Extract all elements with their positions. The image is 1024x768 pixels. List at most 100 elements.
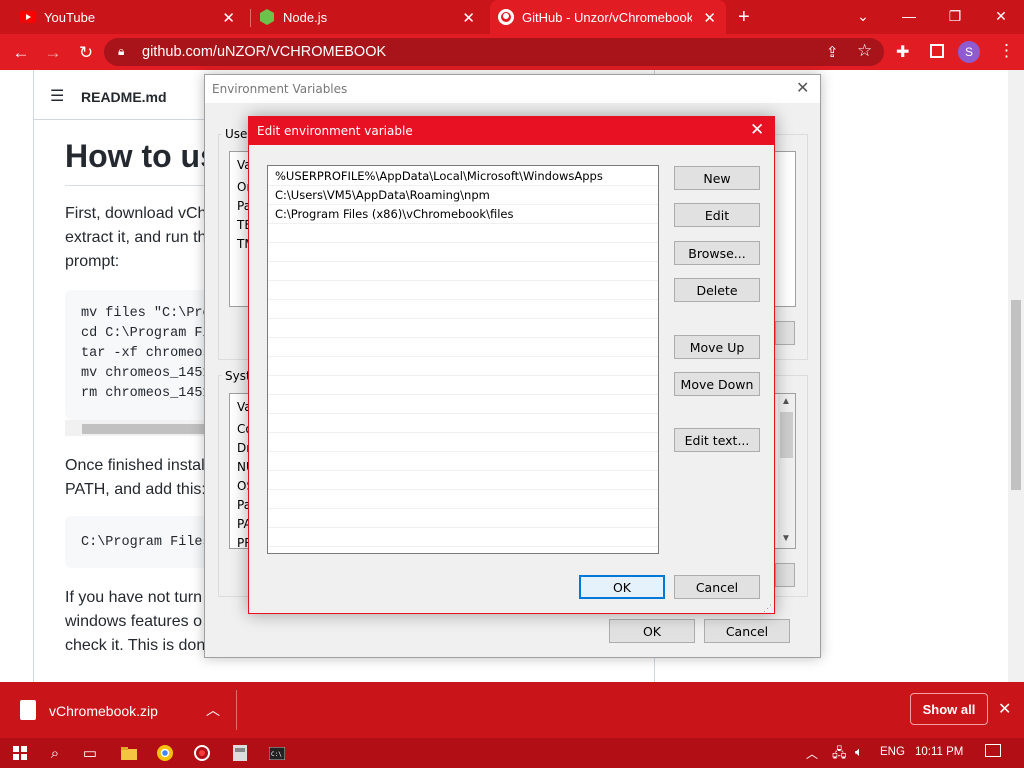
empty-row[interactable]	[268, 224, 658, 243]
restore-button[interactable]: ❐	[932, 0, 978, 32]
chevron-up-icon[interactable]: ︿	[206, 700, 220, 720]
code-line: cd C:\Program Fil	[81, 326, 219, 341]
extensions-icon[interactable]: ✚	[896, 42, 909, 62]
notification-icon[interactable]	[985, 744, 1001, 757]
lock-icon[interactable]: 🔒︎	[118, 44, 124, 59]
empty-row[interactable]	[268, 433, 658, 452]
edit-button[interactable]: Edit	[674, 203, 760, 227]
path-entry[interactable]: C:\Program Files (x86)\vChromebook\files	[268, 205, 658, 224]
zip-file-icon	[20, 700, 36, 720]
empty-row[interactable]	[268, 338, 658, 357]
page-scrollbar-thumb[interactable]	[1011, 300, 1021, 490]
empty-row[interactable]	[268, 414, 658, 433]
record-app-icon[interactable]	[190, 741, 214, 765]
forward-button[interactable]: →	[42, 42, 64, 64]
ok-button[interactable]: OK	[579, 575, 665, 599]
clock[interactable]: 10:11 PM	[915, 746, 963, 758]
menu-kebab-icon[interactable]: ⋮	[998, 41, 1015, 61]
edit-text-button[interactable]: Edit text...	[674, 428, 760, 452]
tab-divider	[250, 9, 251, 27]
dialog-title: Environment Variables	[212, 82, 348, 96]
windows-start-icon[interactable]	[8, 741, 32, 765]
new-tab-button[interactable]: +	[738, 6, 750, 29]
tab-search-icon[interactable]: ⌄	[840, 0, 886, 32]
reload-button[interactable]: ↻	[75, 42, 97, 64]
empty-row[interactable]	[268, 281, 658, 300]
back-button[interactable]: ←	[10, 42, 32, 64]
section-heading: How to us	[65, 138, 218, 174]
volume-icon[interactable]: 🔈︎	[855, 744, 863, 760]
task-view-icon[interactable]: ▭	[78, 741, 102, 765]
avatar[interactable]: S	[958, 41, 980, 63]
empty-row[interactable]	[268, 243, 658, 262]
env-cancel-button[interactable]: Cancel	[704, 619, 790, 643]
svg-text:C:\: C:\	[271, 751, 282, 758]
language-indicator[interactable]: ENG	[880, 746, 905, 758]
empty-row[interactable]	[268, 262, 658, 281]
show-all-button[interactable]: Show all	[910, 693, 988, 725]
move-down-button[interactable]: Move Down	[674, 372, 760, 396]
tab-title: Node.js	[283, 9, 328, 25]
minimize-button[interactable]: —	[886, 0, 932, 32]
side-panel-icon[interactable]	[930, 44, 944, 58]
path-entry[interactable]: C:\Users\VM5\AppData\Roaming\npm	[268, 186, 658, 205]
paragraph-text: windows features o	[65, 613, 202, 630]
empty-row[interactable]	[268, 300, 658, 319]
path-entry[interactable]: %USERPROFILE%\AppData\Local\Microsoft\Wi…	[268, 167, 658, 186]
paragraph-text: extract it, and run th	[65, 229, 207, 246]
file-explorer-icon[interactable]	[117, 741, 141, 765]
empty-row[interactable]	[268, 376, 658, 395]
close-tab-icon[interactable]: ✕	[222, 9, 235, 27]
network-icon[interactable]: 🖧︎	[832, 744, 847, 766]
download-file-name[interactable]: vChromebook.zip	[49, 703, 158, 719]
readme-title[interactable]: README.md	[81, 89, 167, 105]
paragraph-text: If you have not turn	[65, 589, 202, 606]
empty-row[interactable]	[268, 357, 658, 376]
chevron-up-icon[interactable]: ︿	[806, 745, 818, 762]
empty-row[interactable]	[268, 452, 658, 471]
close-icon[interactable]: ✕	[998, 699, 1011, 719]
tab-title: YouTube	[44, 9, 96, 25]
paragraph-text: check it. This is don	[65, 637, 206, 654]
url-text[interactable]: github.com/uNZOR/VCHROMEBOOK	[142, 44, 386, 60]
path-list[interactable]: %USERPROFILE%\AppData\Local\Microsoft\Wi…	[267, 165, 659, 554]
close-tab-icon[interactable]: ✕	[703, 9, 716, 27]
scroll-up-icon[interactable]: ▲	[781, 396, 791, 407]
tab-github[interactable]: GitHub - Unzor/vChromebook: C ✕	[490, 0, 726, 34]
app-window-icon[interactable]	[228, 741, 252, 765]
empty-row[interactable]	[268, 528, 658, 547]
browse-button[interactable]: Browse...	[674, 241, 760, 265]
chrome-icon[interactable]	[153, 741, 177, 765]
empty-row[interactable]	[268, 395, 658, 414]
close-tab-icon[interactable]: ✕	[462, 9, 475, 27]
close-window-button[interactable]: ✕	[978, 0, 1024, 32]
empty-row[interactable]	[268, 490, 658, 509]
code-line: mv chromeos_1451(	[81, 366, 219, 381]
command-prompt-icon[interactable]: C:\	[265, 741, 289, 765]
list-icon[interactable]: ☰	[50, 86, 64, 106]
youtube-icon	[20, 9, 36, 25]
new-button[interactable]: New	[674, 166, 760, 190]
dialog-title: Edit environment variable	[257, 124, 413, 138]
close-icon[interactable]: ✕	[796, 78, 809, 98]
system-delete-button-partial[interactable]	[775, 563, 795, 587]
scroll-down-icon[interactable]: ▼	[781, 533, 791, 544]
empty-row[interactable]	[268, 319, 658, 338]
close-icon[interactable]: ✕	[750, 120, 764, 140]
move-up-button[interactable]: Move Up	[674, 335, 760, 359]
user-delete-button-partial[interactable]	[775, 321, 795, 345]
bookmark-star-icon[interactable]: ☆	[857, 41, 872, 61]
empty-row[interactable]	[268, 471, 658, 490]
tab-nodejs[interactable]: Node.js ✕	[259, 0, 485, 34]
cancel-button[interactable]: Cancel	[674, 575, 760, 599]
resize-grip-icon[interactable]: ⋰	[763, 603, 772, 614]
delete-button[interactable]: Delete	[674, 278, 760, 302]
empty-row[interactable]	[268, 509, 658, 528]
env-ok-button[interactable]: OK	[609, 619, 695, 643]
share-icon[interactable]: ⇪	[826, 43, 839, 61]
tab-youtube[interactable]: YouTube ✕	[20, 0, 245, 34]
code-scrollbar-thumb[interactable]	[82, 424, 222, 434]
search-icon[interactable]: ⌕	[43, 741, 67, 765]
scrollbar-thumb[interactable]	[780, 412, 793, 458]
github-icon	[498, 9, 514, 25]
